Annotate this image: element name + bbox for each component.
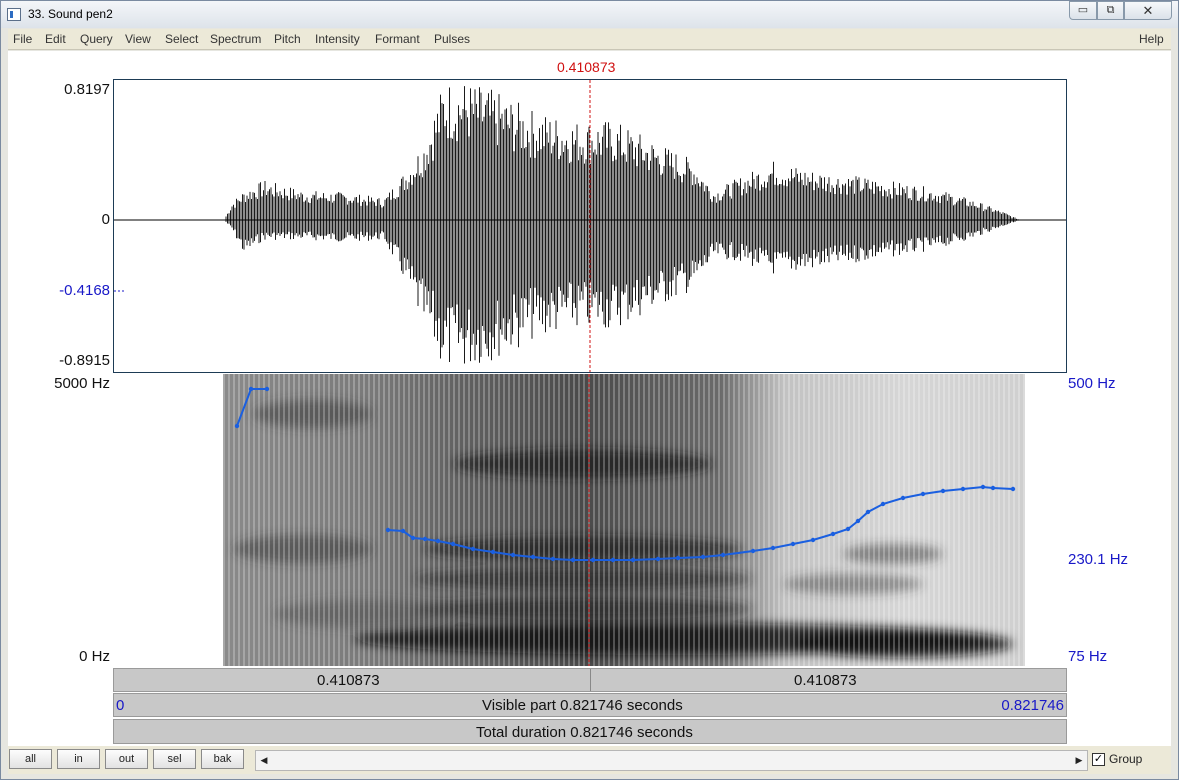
zoom-in-button[interactable]: in (57, 749, 100, 769)
pitch-point (845, 526, 851, 532)
spectrogram-plot[interactable] (113, 374, 1067, 666)
pitch-point (530, 554, 536, 560)
pitch-point (810, 537, 816, 543)
menu-pitch[interactable]: Pitch (274, 32, 301, 46)
pitch-point (960, 486, 966, 492)
pitch-cursor-label: 230.1 Hz (1068, 551, 1129, 568)
minimize-button[interactable]: ▭ (1069, 1, 1097, 20)
pitch-point (855, 518, 861, 524)
pitch-point (550, 556, 556, 562)
visible-end-label: 0.821746 (1001, 697, 1064, 714)
pitch-point (385, 527, 391, 533)
pitch-point (790, 541, 796, 547)
pitch-point (234, 423, 240, 429)
menu-bar: File Edit Query View Select Spectrum Pit… (8, 29, 1171, 50)
right-segment-duration[interactable]: 0.410873 (794, 672, 857, 689)
sound-editor-window: 33. Sound pen2 ▭ ⧉ ✕ File Edit Query Vie… (0, 0, 1179, 780)
bottom-toolbar: all in out sel bak ◀ ▶ ✓ Group (8, 746, 1171, 774)
wave-max-label: 0.8197 (64, 81, 110, 98)
pitch-point (880, 501, 886, 507)
spectrogram-panel[interactable] (113, 374, 1067, 666)
group-label: Group (1109, 752, 1143, 766)
menu-formant[interactable]: Formant (375, 32, 420, 46)
wave-cursor-value-label: -0.4168 (59, 282, 110, 299)
pitch-point (470, 546, 476, 552)
pitch-point (590, 557, 596, 563)
pitch-point (510, 552, 516, 558)
group-checkbox[interactable]: ✓ (1092, 753, 1105, 766)
pitch-point (990, 485, 996, 491)
pitch-point (920, 491, 926, 497)
pitch-point (422, 536, 428, 542)
menu-view[interactable]: View (125, 32, 151, 46)
menu-select[interactable]: Select (165, 32, 198, 46)
scroll-left-arrow-icon[interactable]: ◀ (256, 751, 272, 770)
selection-segment-bar[interactable]: 0.410873 0.410873 (113, 668, 1067, 692)
wave-min-label: -0.8915 (59, 352, 110, 369)
pitch-point (655, 556, 661, 562)
pitch-point (750, 548, 756, 554)
pitch-point (900, 495, 906, 501)
spectro-top-label: 5000 Hz (54, 375, 110, 392)
zoom-back-button[interactable]: bak (201, 749, 244, 769)
praat-app-icon (7, 8, 21, 21)
menu-query[interactable]: Query (80, 32, 113, 46)
pitch-point (570, 557, 576, 563)
spectrogram-texture (223, 374, 1025, 666)
pitch-point (264, 386, 270, 392)
close-button[interactable]: ✕ (1124, 1, 1172, 20)
visible-start-label: 0 (116, 697, 125, 714)
visible-part-bar[interactable]: 0 Visible part 0.821746 seconds 0.821746 (113, 693, 1067, 717)
time-scrollbar[interactable]: ◀ ▶ (255, 750, 1088, 771)
menu-spectrum[interactable]: Spectrum (210, 32, 261, 46)
total-duration-bar[interactable]: Total duration 0.821746 seconds (113, 719, 1067, 744)
wave-zero-label: 0 (101, 211, 110, 228)
zoom-selection-button[interactable]: sel (153, 749, 196, 769)
pitch-point (675, 555, 681, 561)
menu-pulses[interactable]: Pulses (434, 32, 470, 46)
pitch-point (830, 531, 836, 537)
maximize-button[interactable]: ⧉ (1097, 1, 1124, 20)
scroll-right-arrow-icon[interactable]: ▶ (1071, 751, 1087, 770)
pitch-point (450, 541, 456, 547)
pitch-point (770, 545, 776, 551)
pitch-point (248, 386, 254, 392)
pitch-point (410, 535, 416, 541)
title-bar: 33. Sound pen2 ▭ ⧉ ✕ (1, 1, 1178, 28)
pitch-point (980, 484, 986, 490)
pitch-point (490, 549, 496, 555)
menu-intensity[interactable]: Intensity (315, 32, 360, 46)
menu-help[interactable]: Help (1139, 32, 1164, 46)
pitch-point (865, 509, 871, 515)
pitch-bottom-label: 75 Hz (1068, 648, 1108, 665)
spectro-bottom-label: 0 Hz (79, 648, 110, 665)
pitch-point (700, 554, 706, 560)
zoom-all-button[interactable]: all (9, 749, 52, 769)
menu-edit[interactable]: Edit (45, 32, 66, 46)
total-duration-label[interactable]: Total duration 0.821746 seconds (476, 724, 693, 741)
pitch-point (940, 488, 946, 494)
segment-divider (590, 669, 591, 691)
zoom-out-button[interactable]: out (105, 749, 148, 769)
pitch-top-label: 500 Hz (1068, 375, 1116, 392)
waveform-trace (225, 86, 1020, 364)
window-title: 33. Sound pen2 (28, 7, 113, 21)
left-segment-duration[interactable]: 0.410873 (317, 672, 380, 689)
pitch-point (400, 528, 406, 534)
visible-part-label[interactable]: Visible part 0.821746 seconds (482, 697, 683, 714)
menu-file[interactable]: File (13, 32, 32, 46)
pitch-point (720, 552, 726, 558)
pitch-point (610, 557, 616, 563)
pitch-point (1010, 486, 1016, 492)
pitch-point (435, 538, 441, 544)
waveform-panel[interactable] (113, 79, 1067, 373)
waveform-plot[interactable] (114, 80, 1067, 373)
cursor-time-label: 0.410873 (557, 59, 616, 75)
pitch-point (630, 557, 636, 563)
